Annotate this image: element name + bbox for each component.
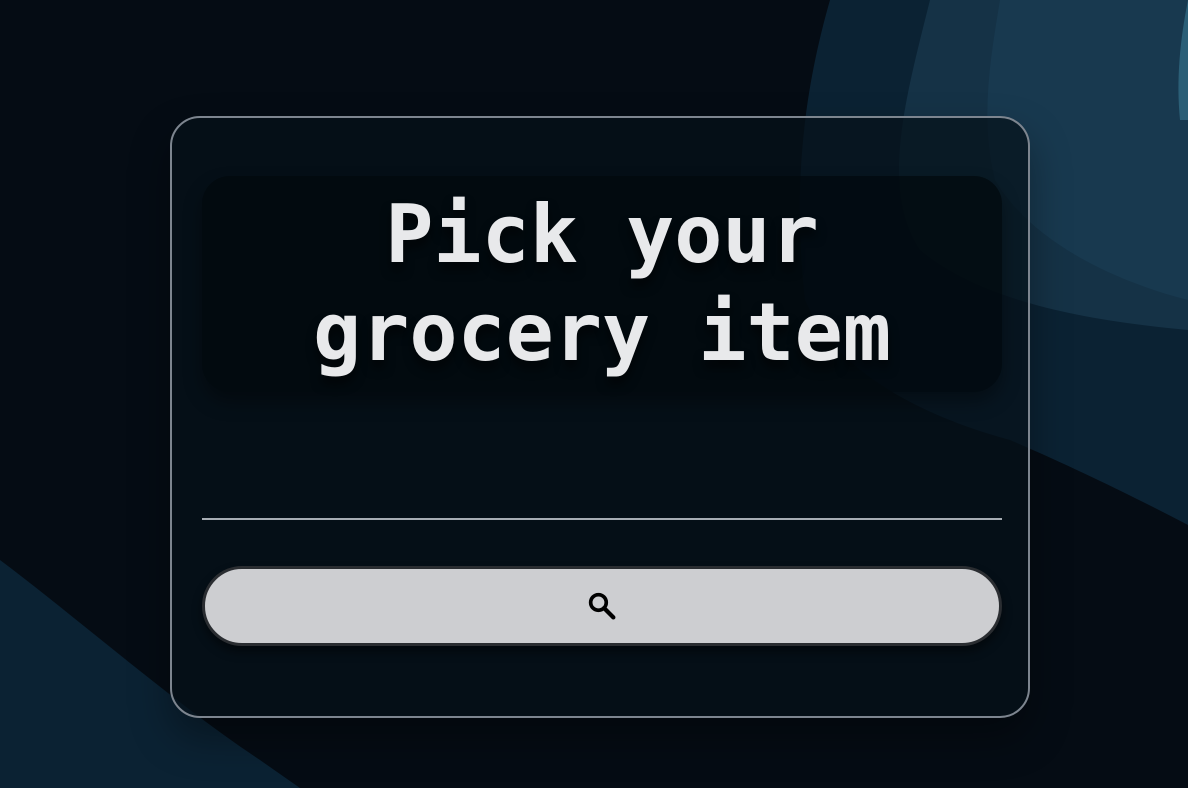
search-icon	[588, 592, 616, 620]
search-card: Pick your grocery item	[170, 116, 1030, 718]
title-panel: Pick your grocery item	[202, 176, 1002, 392]
search-input[interactable]	[202, 462, 1002, 520]
page-title: Pick your grocery item	[313, 188, 891, 379]
search-button[interactable]	[202, 566, 1002, 646]
